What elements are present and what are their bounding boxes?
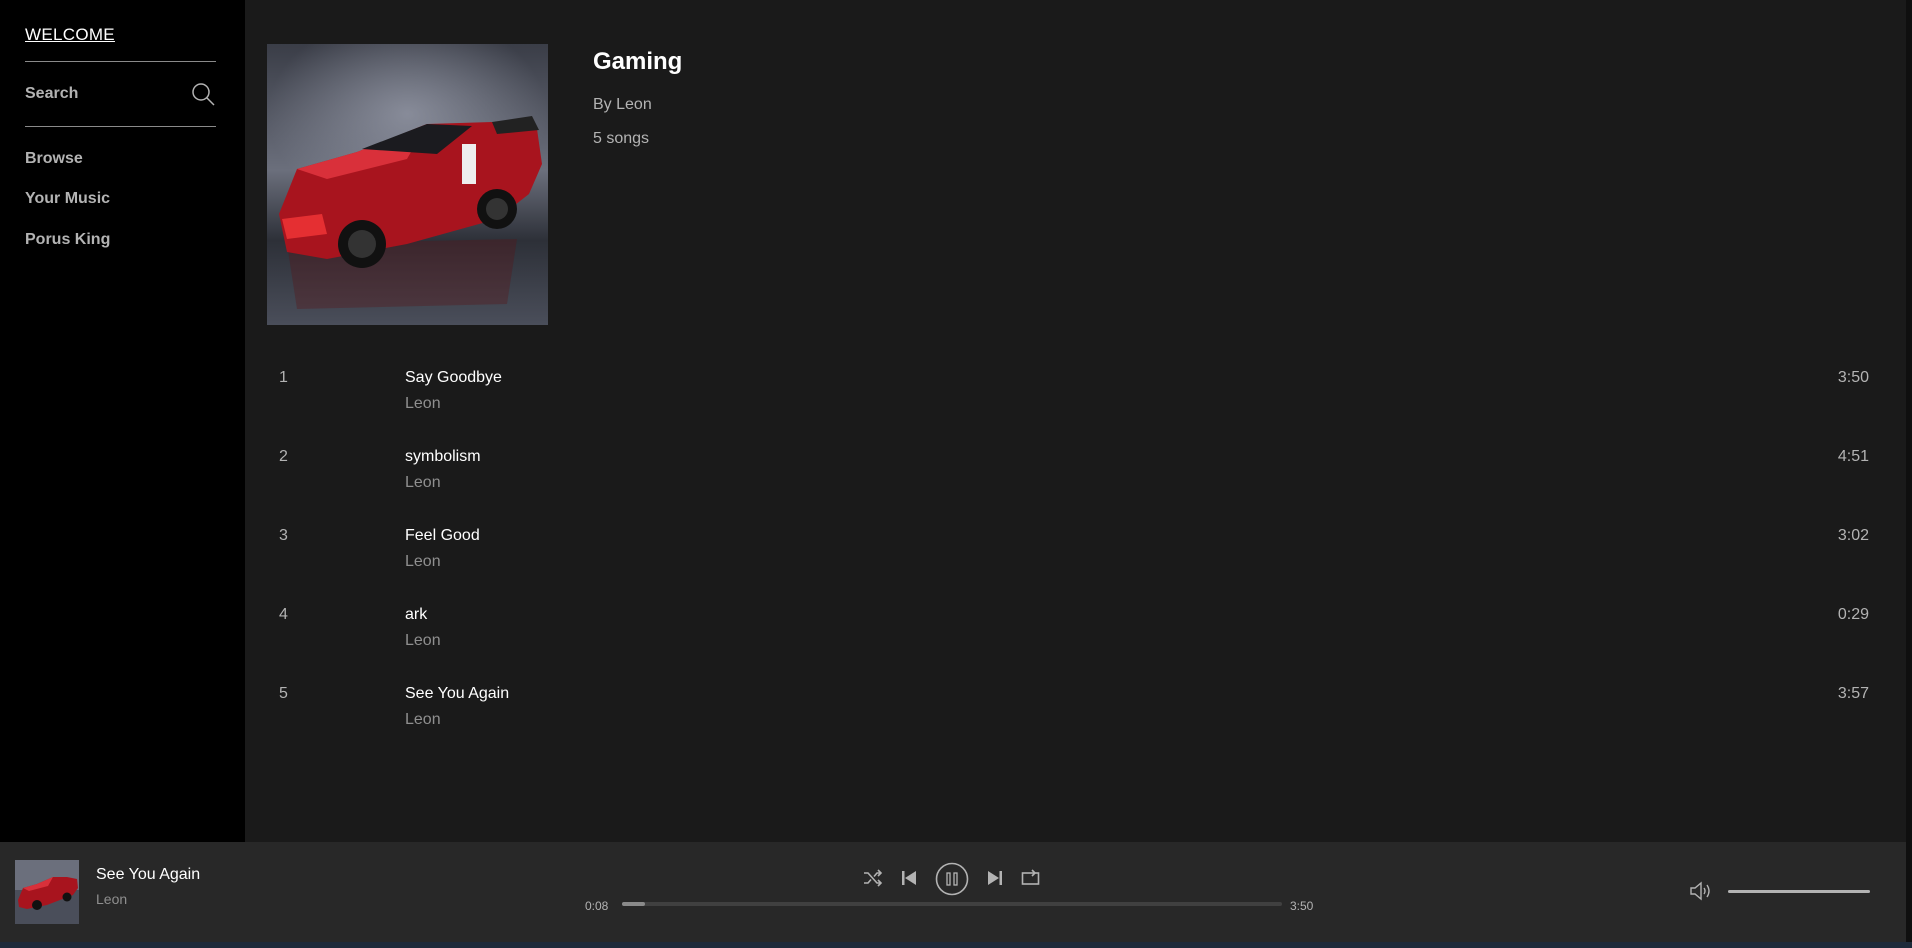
track-duration: 3:02 (1837, 527, 1869, 544)
track-title[interactable]: See You Again (405, 685, 509, 703)
volume-icon[interactable] (1689, 880, 1713, 902)
main-content: Gaming By Leon 5 songs 1 Say Goodbye Leo… (245, 0, 1906, 842)
track-duration: 4:51 (1837, 448, 1869, 465)
progress-bar-fill (622, 902, 646, 906)
track-number: 2 (279, 448, 288, 465)
track-title[interactable]: symbolism (405, 448, 481, 466)
track-duration: 3:50 (1837, 369, 1869, 386)
track-duration: 3:57 (1837, 685, 1869, 702)
track-title[interactable]: Say Goodbye (405, 369, 502, 387)
track-artist[interactable]: Leon (405, 553, 441, 571)
previous-icon[interactable] (901, 870, 917, 886)
volume-slider-fill (1728, 890, 1870, 893)
track-number: 1 (279, 369, 288, 386)
album-song-count: 5 songs (593, 130, 650, 147)
sidebar: WELCOME Search Browse Your Music Porus K… (0, 0, 245, 842)
search-box[interactable]: Search (25, 81, 216, 108)
track-artist[interactable]: Leon (405, 395, 441, 413)
sidebar-item-porus-king[interactable]: Porus King (25, 231, 110, 249)
track-row[interactable]: 1 Say Goodbye Leon 3:50 (245, 367, 1906, 437)
track-row[interactable]: 5 See You Again Leon 3:57 (245, 683, 1906, 753)
album-title: Gaming (593, 48, 683, 75)
total-time: 3:50 (1290, 899, 1314, 913)
sidebar-item-browse[interactable]: Browse (25, 150, 83, 168)
sidebar-item-your-music[interactable]: Your Music (25, 190, 110, 208)
track-number: 4 (279, 606, 288, 623)
now-playing-artist[interactable]: Leon (96, 891, 127, 907)
track-artist[interactable]: Leon (405, 474, 441, 492)
now-playing-title[interactable]: See You Again (96, 866, 200, 884)
current-time: 0:08 (585, 899, 609, 913)
track-number: 3 (279, 527, 288, 544)
track-title[interactable]: Feel Good (405, 527, 480, 545)
shuffle-icon[interactable] (863, 869, 883, 887)
track-artist[interactable]: Leon (405, 632, 441, 650)
welcome-link[interactable]: WELCOME (25, 25, 115, 45)
progress-bar[interactable] (622, 902, 1282, 906)
volume-slider[interactable] (1728, 890, 1870, 893)
window-edge (1906, 0, 1912, 948)
repeat-icon[interactable] (1021, 869, 1040, 887)
next-icon[interactable] (987, 870, 1003, 886)
track-artist[interactable]: Leon (405, 711, 441, 729)
track-row[interactable]: 2 symbolism Leon 4:51 (245, 446, 1906, 516)
album-author[interactable]: By Leon (593, 96, 652, 114)
sidebar-divider-bottom (25, 126, 216, 127)
track-title[interactable]: ark (405, 606, 427, 624)
player-bar: See You Again Leon 0:08 3:50 (0, 842, 1906, 942)
taskbar-strip (0, 942, 1912, 948)
sidebar-divider-top (25, 61, 216, 62)
track-row[interactable]: 3 Feel Good Leon 3:02 (245, 525, 1906, 595)
track-row[interactable]: 4 ark Leon 0:29 (245, 604, 1906, 674)
track-number: 5 (279, 685, 288, 702)
album-cover (267, 44, 548, 325)
search-label[interactable]: Search (25, 85, 78, 102)
now-playing-cover[interactable] (15, 860, 79, 924)
track-duration: 0:29 (1837, 606, 1869, 623)
pause-icon[interactable] (935, 862, 969, 896)
search-icon[interactable] (190, 81, 216, 107)
